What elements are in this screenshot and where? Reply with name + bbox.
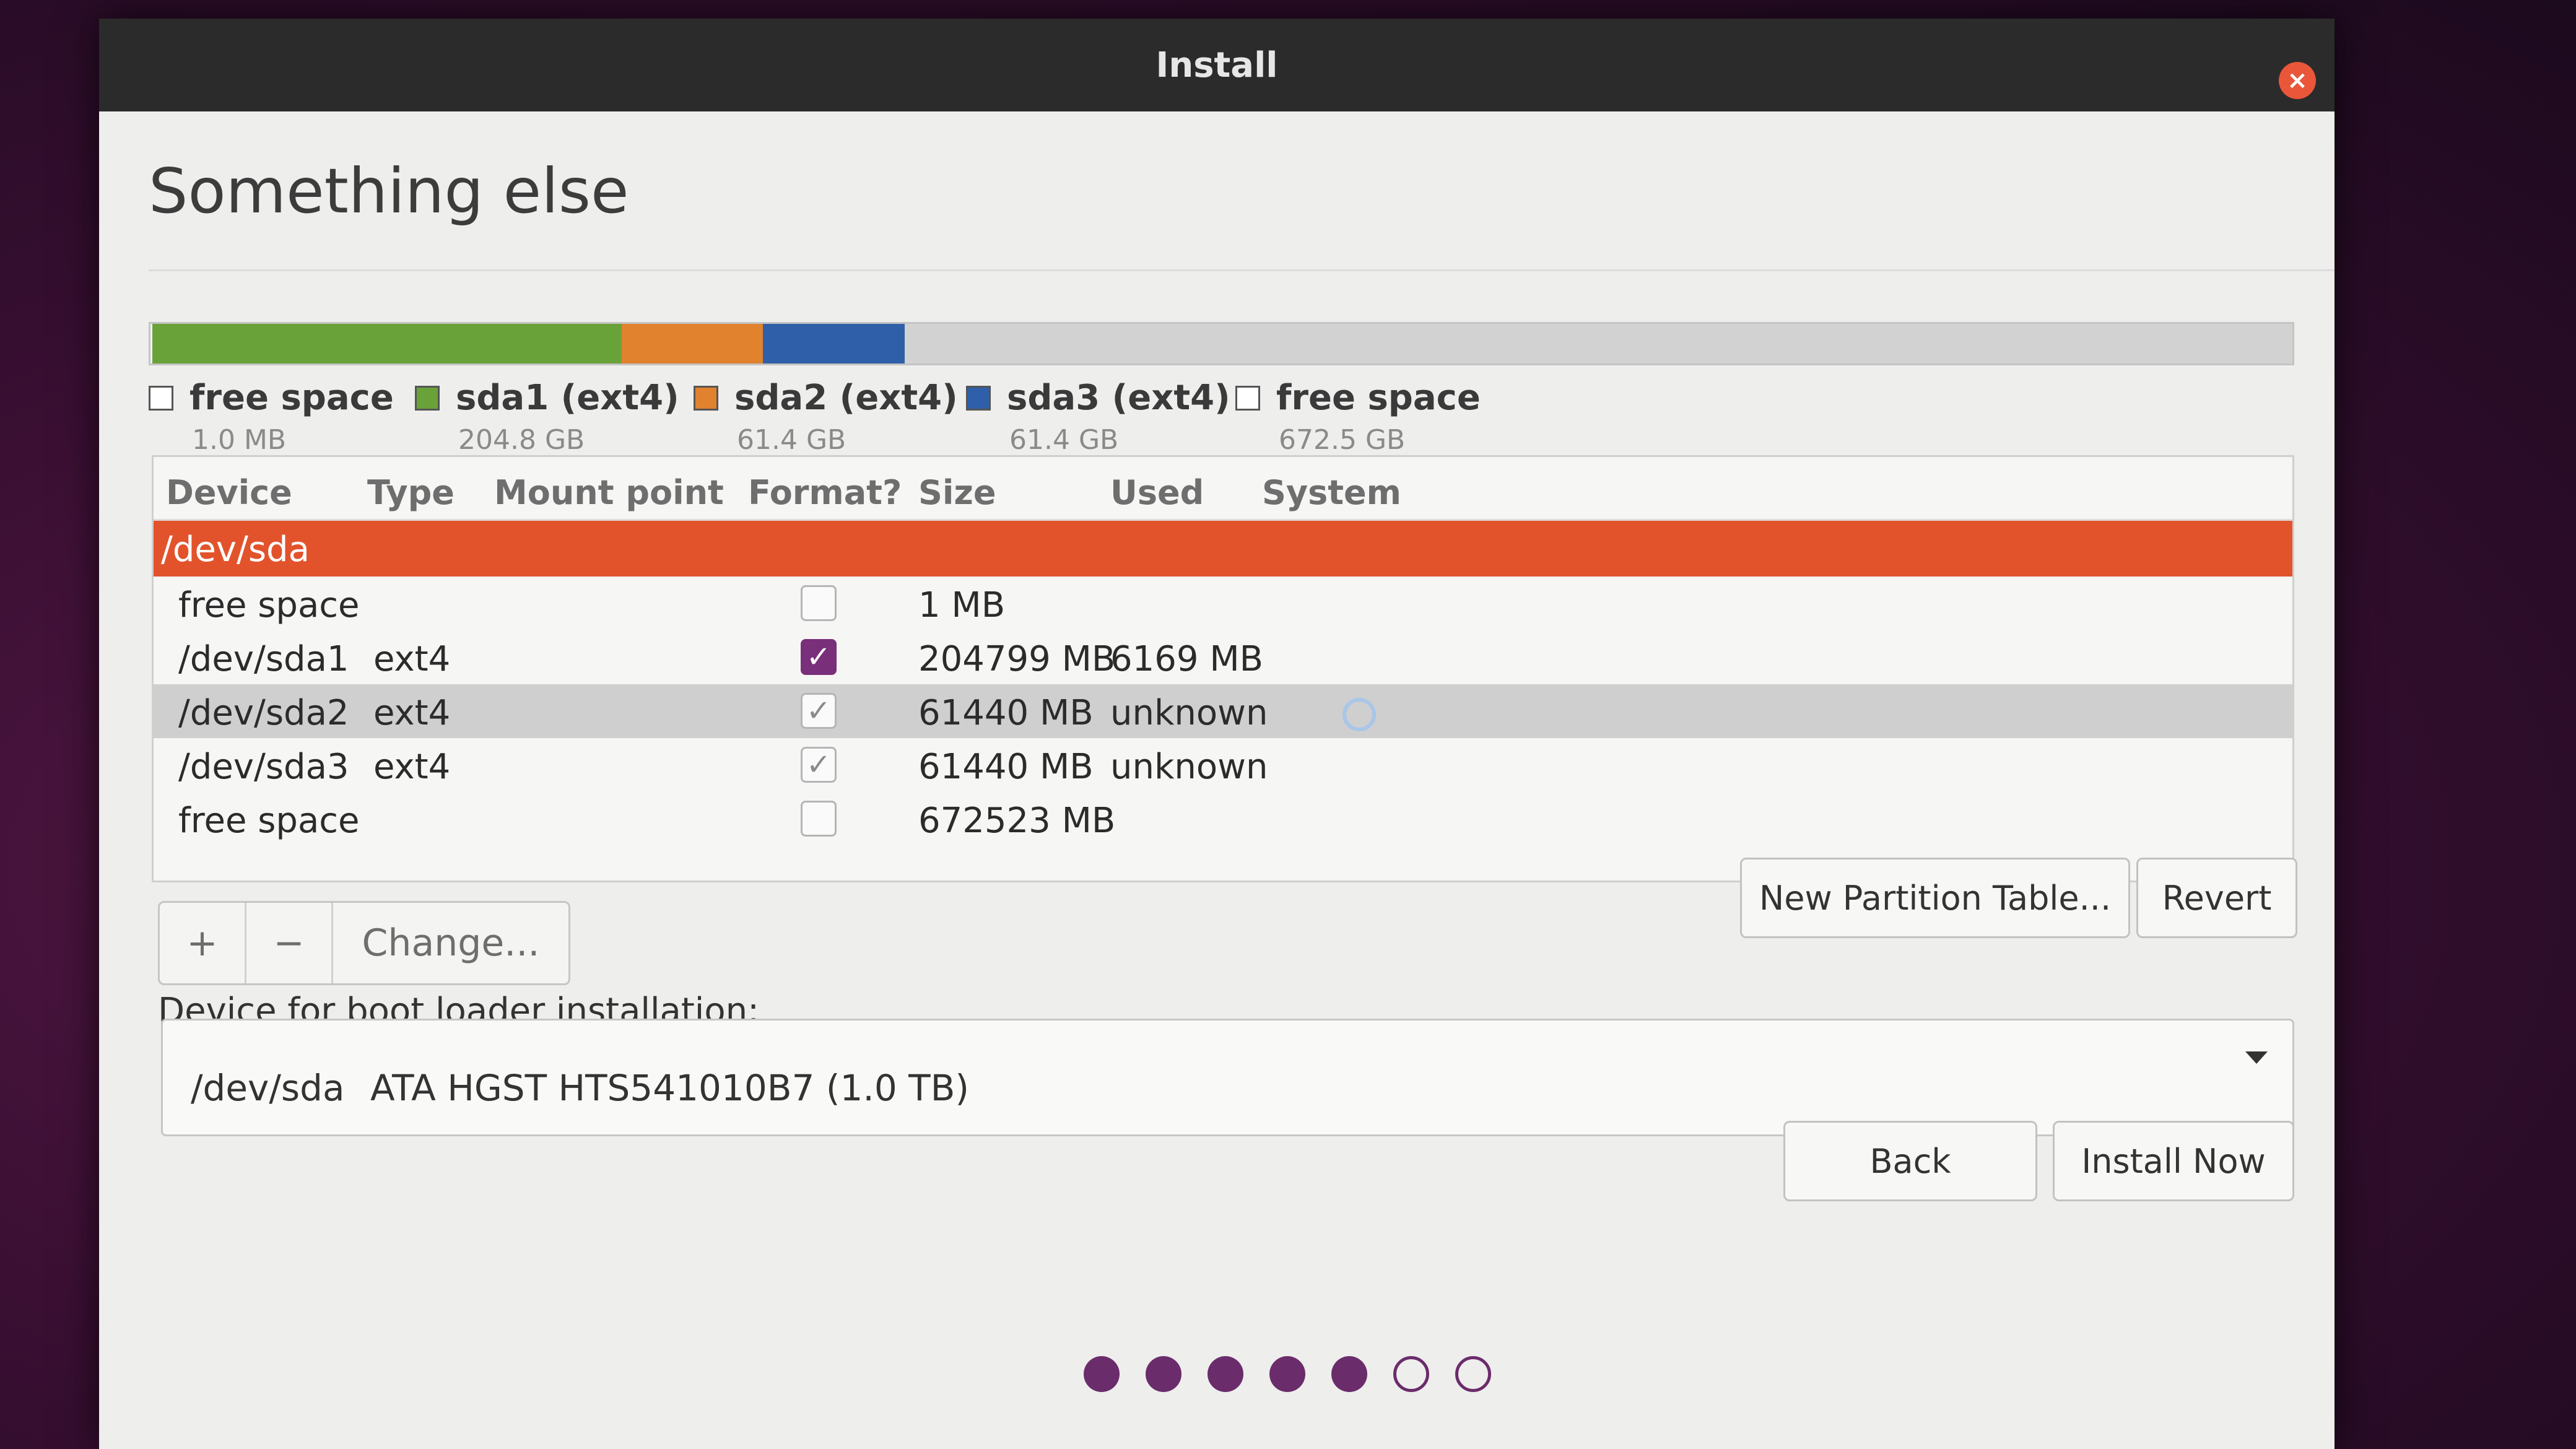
row-device: /dev/sda3 [178, 747, 349, 787]
row-size: 61440 MB [918, 693, 1094, 733]
table-row[interactable]: free space 672523 MB [154, 792, 2292, 846]
row-size: 672523 MB [918, 801, 1116, 841]
legend-label: free space [1276, 378, 1481, 418]
table-row[interactable]: free space 1 MB [154, 577, 2292, 630]
installer-window: Install × Something else free space 1.0 M… [99, 19, 2334, 1449]
legend-header: sda3 (ext4) [966, 378, 1230, 418]
legend-size: 204.8 GB [458, 424, 585, 456]
progress-dot [1331, 1356, 1367, 1392]
window-title: Install [1155, 45, 1278, 85]
add-partition-button[interactable]: + [160, 903, 246, 983]
legend-header: sda2 (ext4) [694, 378, 958, 418]
table-row-disk[interactable]: /dev/sda [154, 521, 2292, 577]
legend-size: 672.5 GB [1279, 424, 1406, 456]
remove-partition-button[interactable]: − [246, 903, 333, 983]
format-checkbox[interactable] [801, 585, 837, 621]
row-size: 204799 MB [918, 639, 1116, 679]
legend-item: sda1 (ext4) 204.8 GB [415, 378, 679, 456]
title-bar: Install × [99, 19, 2334, 111]
legend-label: sda1 (ext4) [456, 378, 679, 418]
legend-size: 61.4 GB [737, 424, 846, 456]
disk-device: /dev/sda [161, 529, 310, 570]
close-icon[interactable]: × [2279, 62, 2316, 99]
progress-dot [1269, 1356, 1305, 1392]
progress-dot [1455, 1356, 1491, 1392]
partition-bar-segment [621, 324, 764, 363]
table-row[interactable]: /dev/sda2 ext4 ✓ 61440 MB unknown [154, 684, 2292, 738]
format-checkbox[interactable] [801, 801, 837, 837]
progress-dot [1208, 1356, 1243, 1392]
partition-table[interactable]: Device Type Mount point Format? Size Use… [152, 455, 2294, 882]
legend-size: 1.0 MB [192, 424, 287, 456]
boot-loader-select[interactable]: /dev/sda ATA HGST HTS541010B7 (1.0 TB) [161, 1019, 2294, 1136]
partition-bar-segment [763, 324, 905, 363]
table-row[interactable]: /dev/sda1 ext4 ✓ 204799 MB 6169 MB [154, 630, 2292, 684]
table-row[interactable]: /dev/sda3 ext4 ✓ 61440 MB unknown [154, 738, 2292, 792]
partition-bar-segment [152, 324, 622, 363]
format-checkbox[interactable]: ✓ [801, 747, 837, 783]
legend-swatch [1235, 385, 1260, 411]
page-title: Something else [149, 155, 629, 227]
divider [149, 269, 2334, 271]
install-now-button[interactable]: Install Now [2053, 1121, 2294, 1201]
new-partition-table-button[interactable]: New Partition Table... [1740, 858, 2130, 938]
partition-bar-segment [904, 324, 2292, 363]
back-button[interactable]: Back [1783, 1121, 2037, 1201]
legend-item: free space 672.5 GB [1235, 378, 1481, 456]
row-device: free space [178, 801, 360, 841]
row-used: unknown [1110, 747, 1268, 787]
progress-dot [1393, 1356, 1429, 1392]
header-used[interactable]: Used [1110, 473, 1204, 512]
revert-button[interactable]: Revert [2136, 858, 2297, 938]
partition-usage-bar [149, 322, 2294, 365]
legend-swatch [149, 385, 173, 411]
legend-header: free space [1235, 378, 1481, 418]
row-device: /dev/sda1 [178, 639, 349, 679]
legend-swatch [694, 385, 718, 411]
change-partition-button[interactable]: Change... [333, 903, 568, 983]
row-size: 61440 MB [918, 747, 1094, 787]
legend-header: free space [149, 378, 394, 418]
legend-item: sda3 (ext4) 61.4 GB [966, 378, 1230, 456]
progress-dot [1084, 1356, 1120, 1392]
partition-legend: free space 1.0 MB sda1 (ext4) 204.8 GB sda2 … [149, 378, 2294, 464]
format-checkbox[interactable]: ✓ [801, 639, 837, 675]
spinner-icon [1342, 698, 1376, 731]
header-size[interactable]: Size [918, 473, 996, 512]
progress-dot [1146, 1356, 1181, 1392]
header-system[interactable]: System [1262, 473, 1401, 512]
boot-loader-device: /dev/sda [191, 1067, 345, 1109]
chevron-down-icon[interactable] [2245, 1051, 2268, 1064]
row-device: /dev/sda2 [178, 693, 349, 733]
row-used: unknown [1110, 693, 1268, 733]
row-type: ext4 [373, 747, 451, 787]
legend-label: sda3 (ext4) [1007, 378, 1230, 418]
header-type[interactable]: Type [367, 473, 455, 512]
legend-label: sda2 (ext4) [734, 378, 958, 418]
progress-dots [1084, 1356, 1491, 1392]
row-type: ext4 [373, 639, 451, 679]
legend-item: sda2 (ext4) 61.4 GB [694, 378, 958, 456]
row-device: free space [178, 585, 360, 625]
legend-size: 61.4 GB [1009, 424, 1119, 456]
legend-item: free space 1.0 MB [149, 378, 394, 456]
legend-swatch [966, 385, 991, 411]
header-device[interactable]: Device [166, 473, 292, 512]
legend-header: sda1 (ext4) [415, 378, 679, 418]
partition-tools: + − Change... [158, 901, 570, 985]
row-size: 1 MB [918, 585, 1006, 625]
legend-label: free space [189, 378, 394, 418]
legend-swatch [415, 385, 440, 411]
row-used: 6169 MB [1110, 639, 1264, 679]
header-format[interactable]: Format? [748, 473, 902, 512]
boot-loader-description: ATA HGST HTS541010B7 (1.0 TB) [370, 1067, 969, 1109]
header-mount-point[interactable]: Mount point [494, 473, 724, 512]
format-checkbox[interactable]: ✓ [801, 693, 837, 729]
row-type: ext4 [373, 693, 451, 733]
table-header: Device Type Mount point Format? Size Use… [154, 457, 2292, 521]
